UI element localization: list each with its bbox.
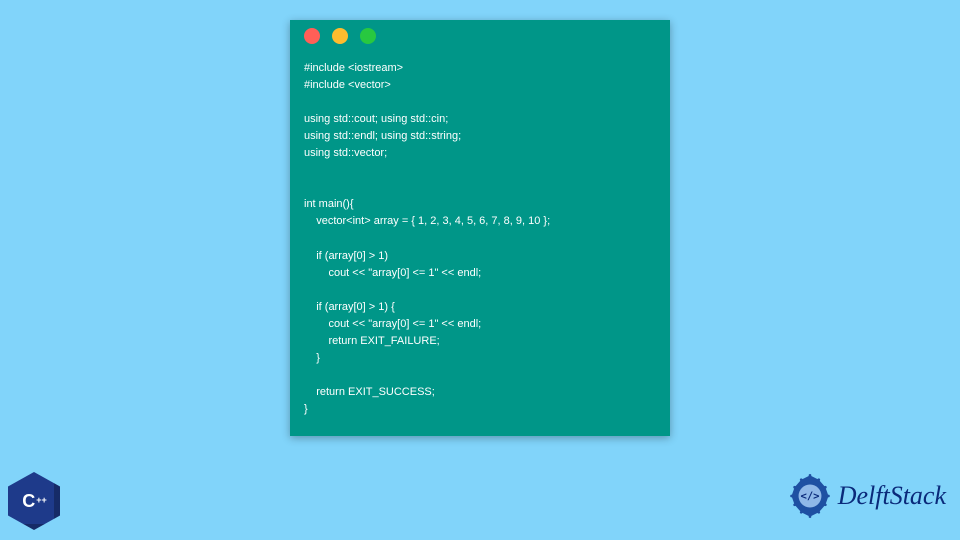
window-titlebar	[290, 20, 670, 52]
code-line: cout << "array[0] <= 1" << endl;	[304, 267, 481, 279]
code-line: }	[304, 352, 320, 364]
code-line: cout << "array[0] <= 1" << endl;	[304, 318, 481, 330]
delftstack-name: DelftStack	[838, 481, 946, 511]
svg-text:</>: </>	[800, 491, 819, 503]
code-line: int main(){	[304, 198, 354, 210]
code-line: return EXIT_SUCCESS;	[304, 386, 435, 398]
code-window: #include <iostream> #include <vector> us…	[290, 20, 670, 436]
code-line: return EXIT_FAILURE;	[304, 335, 440, 347]
cpp-plus: ++	[36, 495, 47, 505]
cpp-hexagon-icon: C++	[8, 472, 60, 530]
code-block: #include <iostream> #include <vector> us…	[290, 52, 670, 436]
close-icon[interactable]	[304, 28, 320, 44]
code-line: if (array[0] > 1) {	[304, 301, 395, 313]
code-line: }	[304, 403, 308, 415]
delftstack-logo: </> DelftStack	[788, 474, 946, 518]
cpp-logo: C++	[8, 472, 68, 532]
minimize-icon[interactable]	[332, 28, 348, 44]
code-line: using std::endl; using std::string;	[304, 130, 461, 142]
code-line: #include <vector>	[304, 79, 391, 91]
code-line: vector<int> array = { 1, 2, 3, 4, 5, 6, …	[304, 215, 550, 227]
code-line: #include <iostream>	[304, 62, 403, 74]
maximize-icon[interactable]	[360, 28, 376, 44]
code-line: using std::cout; using std::cin;	[304, 113, 448, 125]
delftstack-badge-icon: </>	[788, 474, 832, 518]
code-line: if (array[0] > 1)	[304, 250, 388, 262]
code-line: using std::vector;	[304, 147, 387, 159]
cpp-letter: C	[22, 491, 35, 511]
